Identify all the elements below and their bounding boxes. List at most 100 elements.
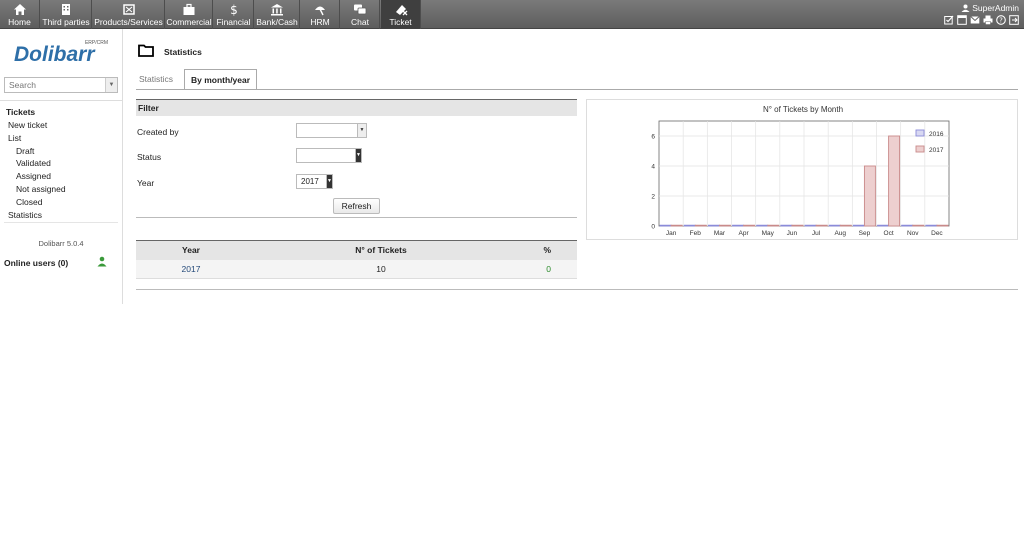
top-menu-bar: Home Third parties Products/Services Com… — [0, 0, 1024, 29]
nav-closed[interactable]: Closed — [16, 197, 42, 207]
x-tick-label: Aug — [834, 230, 846, 237]
logout-icon[interactable] — [1009, 15, 1019, 25]
nav-new-ticket[interactable]: New ticket — [8, 120, 47, 130]
folder-icon — [138, 44, 154, 57]
chart-title: N° of Tickets by Month — [763, 105, 843, 114]
legend-swatch — [915, 129, 925, 137]
year-label: Year — [137, 178, 155, 188]
year-select[interactable]: 2017 ▼ — [296, 174, 333, 189]
menu-item-third-parties[interactable]: Third parties — [41, 0, 92, 29]
nav-draft[interactable]: Draft — [16, 146, 34, 156]
nav-not-assigned[interactable]: Not assigned — [16, 184, 66, 194]
version-text: Dolibarr 5.0.4 — [38, 239, 84, 248]
menu-item-home[interactable]: Home — [0, 0, 40, 29]
refresh-button[interactable]: Refresh — [333, 198, 380, 214]
online-users: Online users (0) — [4, 258, 69, 268]
svg-text:?: ? — [999, 17, 1003, 25]
ticket-count: 10 — [246, 259, 516, 279]
menu-item-commercial[interactable]: Commercial — [166, 0, 213, 29]
table-row: 2017 10 0 — [136, 259, 577, 279]
bar-2017 — [718, 224, 731, 227]
page-title: Statistics — [164, 47, 202, 57]
created-by-select[interactable]: ▼ — [296, 123, 367, 138]
chat-icon — [354, 4, 367, 15]
box-icon — [122, 4, 135, 15]
legend-swatch — [915, 145, 925, 153]
x-tick-label: Apr — [739, 230, 750, 237]
bar-2016 — [877, 224, 890, 227]
print-icon[interactable] — [983, 15, 993, 25]
divider — [136, 289, 1018, 290]
svg-text:ERP/CRM: ERP/CRM — [85, 40, 108, 46]
tab-by-month-year[interactable]: By month/year — [184, 69, 258, 90]
bar-2017 — [694, 224, 707, 227]
menu-item-hrm[interactable]: HRM — [301, 0, 340, 29]
nav-validated[interactable]: Validated — [16, 158, 51, 168]
menu-item-chat[interactable]: Chat — [341, 0, 380, 29]
x-tick-label: Dec — [931, 230, 943, 237]
bar-2016 — [683, 224, 696, 227]
bar-2017 — [670, 224, 683, 227]
dolibarr-logo[interactable]: Dolibarr ERP/CRM — [14, 38, 109, 63]
online-user-icon[interactable] — [97, 256, 107, 267]
checkbox-edit-icon[interactable] — [944, 15, 954, 25]
nav-list[interactable]: List — [8, 133, 21, 143]
umbrella-icon — [315, 6, 325, 16]
stats-table: Year N° of Tickets % 2017 10 0 — [136, 240, 577, 279]
bar-2016 — [659, 224, 672, 227]
bar-2016 — [707, 224, 720, 227]
menu-item-products-services[interactable]: Products/Services — [93, 0, 165, 29]
bar-2017 — [936, 224, 949, 227]
y-tick-label: 2 — [651, 194, 655, 201]
mail-icon[interactable] — [970, 15, 980, 25]
nav-statistics[interactable]: Statistics — [8, 210, 42, 220]
y-tick-label: 6 — [651, 134, 655, 141]
nav-tickets[interactable]: Tickets — [6, 107, 35, 117]
svg-text:Dolibarr: Dolibarr — [14, 43, 96, 63]
chevron-down-icon: ▼ — [326, 175, 332, 188]
bar-2017 — [791, 224, 804, 227]
window-icon[interactable] — [957, 15, 967, 25]
user-icon — [961, 4, 970, 12]
top-tools: ? — [944, 15, 1019, 25]
x-tick-label: May — [762, 230, 775, 237]
tab-statistics[interactable]: Statistics — [133, 69, 179, 89]
nav-assigned[interactable]: Assigned — [16, 171, 51, 181]
menu-item-ticket[interactable]: Ticket — [381, 0, 421, 29]
table-header-row: Year N° of Tickets % — [136, 240, 577, 260]
chevron-down-icon: ▼ — [355, 149, 361, 162]
column-header-year: Year — [136, 240, 246, 260]
legend-label: 2017 — [929, 147, 944, 154]
legend-label: 2016 — [929, 131, 944, 138]
tickets-by-month-chart: N° of Tickets by Month 0 2 4 6 Jan Feb Mar Apr M… — [586, 99, 1018, 240]
year-link[interactable]: 2017 — [182, 264, 201, 274]
left-panel: Dolibarr ERP/CRM ▼ Tickets New ticket Li… — [0, 29, 123, 304]
column-header-count: N° of Tickets — [246, 240, 516, 260]
bank-icon — [271, 4, 283, 16]
divider — [0, 100, 122, 101]
bar-2017 — [888, 135, 901, 227]
percent-value: 0 — [516, 259, 577, 279]
menu-item-bank-cash[interactable]: Bank/Cash — [255, 0, 300, 29]
search-dropdown-icon[interactable]: ▼ — [105, 78, 117, 92]
status-select[interactable]: ▼ — [296, 148, 362, 163]
tab-divider — [136, 89, 1018, 90]
filter-heading: Filter — [136, 99, 577, 116]
search-input[interactable] — [5, 78, 105, 92]
user-name[interactable]: SuperAdmin — [961, 3, 1019, 13]
chart-svg: N° of Tickets by Month 0 2 4 6 Jan Feb Mar Apr M… — [651, 105, 950, 237]
bar-2016 — [780, 224, 793, 227]
y-tick-label: 4 — [651, 164, 655, 171]
chevron-down-icon: ▼ — [357, 124, 366, 137]
divider — [136, 217, 577, 218]
help-icon[interactable]: ? — [996, 15, 1006, 25]
menu-item-financial[interactable]: $ Financial — [214, 0, 254, 29]
column-header-percent: % — [516, 240, 577, 260]
bar-2017 — [912, 224, 925, 227]
bar-2016 — [828, 224, 841, 227]
bar-2016 — [925, 224, 938, 227]
bar-2017 — [767, 224, 780, 227]
x-tick-label: Nov — [907, 230, 919, 237]
chart-plot: 0 2 4 6 Jan Feb Mar Apr May Jun Jul Aug Sep Oct Nov Dec… — [651, 120, 950, 237]
search-box[interactable]: ▼ — [4, 77, 118, 93]
